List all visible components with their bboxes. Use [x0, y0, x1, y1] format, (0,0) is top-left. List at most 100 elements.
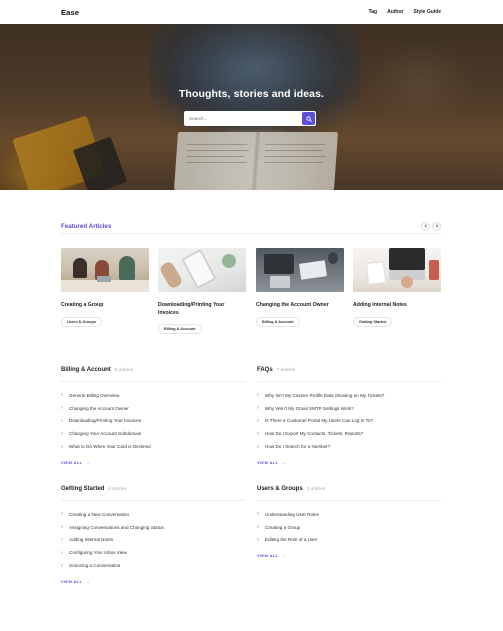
- card-tag[interactable]: Billing & Account: [158, 324, 202, 335]
- arrow-right-icon: →: [85, 459, 90, 465]
- article-link[interactable]: › Snoozing a Conversation: [61, 559, 245, 572]
- category-count: 5 articles: [114, 367, 134, 372]
- view-all-label[interactable]: VIEW ALL: [61, 460, 82, 465]
- article-title[interactable]: Assigning Conversations and Changing Sta…: [69, 525, 164, 530]
- view-all-label[interactable]: VIEW ALL: [257, 460, 278, 465]
- chevron-left-icon: [424, 224, 427, 228]
- article-link[interactable]: › General Billing Overview: [61, 389, 245, 402]
- hero-banner: Thoughts, stories and ideas.: [0, 24, 503, 190]
- card-title[interactable]: Changing the Account Owner: [256, 302, 344, 310]
- view-all-link[interactable]: VIEW ALL →: [257, 553, 441, 558]
- article-link[interactable]: › Changing Your Account Subdomain: [61, 427, 245, 440]
- article-title[interactable]: Downloading/Printing Your Invoices: [69, 418, 141, 423]
- carousel-prev-button[interactable]: [421, 221, 430, 231]
- article-link[interactable]: › Creating a New Conversation: [61, 508, 245, 521]
- article-title[interactable]: Creating a New Conversation: [69, 512, 129, 517]
- article-link[interactable]: › Assigning Conversations and Changing St…: [61, 521, 245, 534]
- chevron-right-icon: ›: [257, 536, 259, 543]
- article-title[interactable]: Configuring Your Inbox View: [69, 550, 127, 555]
- category-count: 7 articles: [276, 367, 296, 372]
- chevron-right-icon: ›: [257, 524, 259, 531]
- chevron-right-icon: ›: [61, 511, 63, 518]
- article-title[interactable]: How Do I Export My Contacts, Tickets, Re…: [265, 431, 363, 436]
- article-link[interactable]: › Downloading/Printing Your Invoices: [61, 415, 245, 428]
- view-all-link[interactable]: VIEW ALL →: [61, 460, 245, 465]
- article-link[interactable]: › Creating a Group: [257, 521, 441, 534]
- search-input[interactable]: [184, 111, 302, 126]
- article-link[interactable]: › Changing the Account Owner: [61, 402, 245, 415]
- card-title[interactable]: Adding Internal Notes: [353, 302, 441, 310]
- category-faqs: FAQs 7 articles › Why Isn't My Custom Pro…: [257, 367, 441, 465]
- article-link[interactable]: › How Do I Search for a Number?: [257, 440, 441, 453]
- carousel-arrows: [421, 221, 441, 231]
- search-button[interactable]: [302, 112, 315, 125]
- search-box: [184, 111, 316, 126]
- card-tag[interactable]: Getting Started: [353, 316, 393, 327]
- category-title[interactable]: Users & Groups: [257, 486, 303, 492]
- article-title[interactable]: Editing the Role of a User: [265, 537, 317, 542]
- chevron-right-icon: ›: [257, 443, 259, 450]
- card-image-desk[interactable]: [256, 248, 344, 292]
- article-title[interactable]: Why Won't My Gmail SMTP Settings Work?: [265, 406, 354, 411]
- chevron-right-icon: ›: [257, 417, 259, 424]
- view-all-link[interactable]: VIEW ALL →: [61, 579, 245, 584]
- card-image-laptop[interactable]: [353, 248, 441, 292]
- article-link[interactable]: › Is There a Customer Portal My Users Can…: [257, 415, 441, 428]
- category-billing-account: Billing & Account 5 articles › General Bi…: [61, 367, 245, 465]
- view-all-label[interactable]: VIEW ALL: [257, 553, 278, 558]
- article-title[interactable]: What to Do When Your Card is Declined: [69, 444, 151, 449]
- featured-card[interactable]: Creating a Group Users & Groups: [61, 248, 149, 328]
- article-title[interactable]: Changing Your Account Subdomain: [69, 431, 141, 436]
- view-all-label[interactable]: VIEW ALL: [61, 579, 82, 584]
- article-title[interactable]: How Do I Search for a Number?: [265, 444, 330, 449]
- article-title[interactable]: Snoozing a Conversation: [69, 563, 120, 568]
- article-title[interactable]: General Billing Overview: [69, 393, 119, 398]
- article-link[interactable]: › Why Isn't My Custom Profile Data Showin…: [257, 389, 441, 402]
- chevron-right-icon: [435, 224, 438, 228]
- featured-title: Featured Articles: [61, 222, 112, 230]
- article-title[interactable]: Understanding User Roles: [265, 512, 319, 517]
- card-tag[interactable]: Users & Groups: [61, 316, 102, 327]
- divider: [257, 500, 441, 501]
- divider: [61, 500, 245, 501]
- article-link[interactable]: › What to Do When Your Card is Declined: [61, 440, 245, 453]
- article-list: › Understanding User Roles › Creating a Gr…: [257, 508, 441, 546]
- card-title[interactable]: Creating a Group: [61, 302, 149, 310]
- card-image-meeting[interactable]: [61, 248, 149, 292]
- article-title[interactable]: Is There a Customer Portal My Users Can …: [265, 418, 373, 423]
- nav-author-link[interactable]: Author: [387, 9, 403, 15]
- category-header: Getting Started 6 articles: [61, 486, 245, 496]
- article-title[interactable]: Adding Internal Notes: [69, 537, 113, 542]
- featured-card[interactable]: Changing the Account Owner Billing & Acc…: [256, 248, 344, 328]
- carousel-next-button[interactable]: [432, 221, 441, 231]
- site-logo[interactable]: Ease: [61, 8, 79, 17]
- category-title[interactable]: FAQs: [257, 367, 273, 373]
- category-title[interactable]: Getting Started: [61, 486, 104, 492]
- view-all-link[interactable]: VIEW ALL →: [257, 460, 441, 465]
- featured-card[interactable]: Adding Internal Notes Getting Started: [353, 248, 441, 328]
- article-title[interactable]: Changing the Account Owner: [69, 406, 129, 411]
- chevron-right-icon: ›: [257, 392, 259, 399]
- category-title[interactable]: Billing & Account: [61, 367, 111, 373]
- nav-tag-link[interactable]: Tag: [369, 9, 378, 15]
- article-list: › Why Isn't My Custom Profile Data Showin…: [257, 389, 441, 453]
- card-title[interactable]: Downloading/Printing Your Invoices: [158, 302, 246, 317]
- card-image-phone[interactable]: [158, 248, 246, 292]
- chevron-right-icon: ›: [61, 536, 63, 543]
- article-link[interactable]: › Why Won't My Gmail SMTP Settings Work?: [257, 402, 441, 415]
- chevron-right-icon: ›: [257, 430, 259, 437]
- nav-style-guide-link[interactable]: Style Guide: [413, 9, 441, 15]
- article-title[interactable]: Creating a Group: [265, 525, 300, 530]
- article-link[interactable]: › Adding Internal Notes: [61, 534, 245, 547]
- featured-header: Featured Articles: [61, 219, 441, 233]
- article-title[interactable]: Why Isn't My Custom Profile Data Showing…: [265, 393, 384, 398]
- arrow-right-icon: →: [281, 553, 286, 559]
- category-header: Users & Groups 3 articles: [257, 486, 441, 496]
- chevron-right-icon: ›: [61, 392, 63, 399]
- article-link[interactable]: › Editing the Role of a User: [257, 534, 441, 547]
- article-link[interactable]: › How Do I Export My Contacts, Tickets, R…: [257, 427, 441, 440]
- article-link[interactable]: › Configuring Your Inbox View: [61, 546, 245, 559]
- featured-card[interactable]: Downloading/Printing Your Invoices Billi…: [158, 248, 246, 335]
- article-link[interactable]: › Understanding User Roles: [257, 508, 441, 521]
- card-tag[interactable]: Billing & Account: [256, 316, 300, 327]
